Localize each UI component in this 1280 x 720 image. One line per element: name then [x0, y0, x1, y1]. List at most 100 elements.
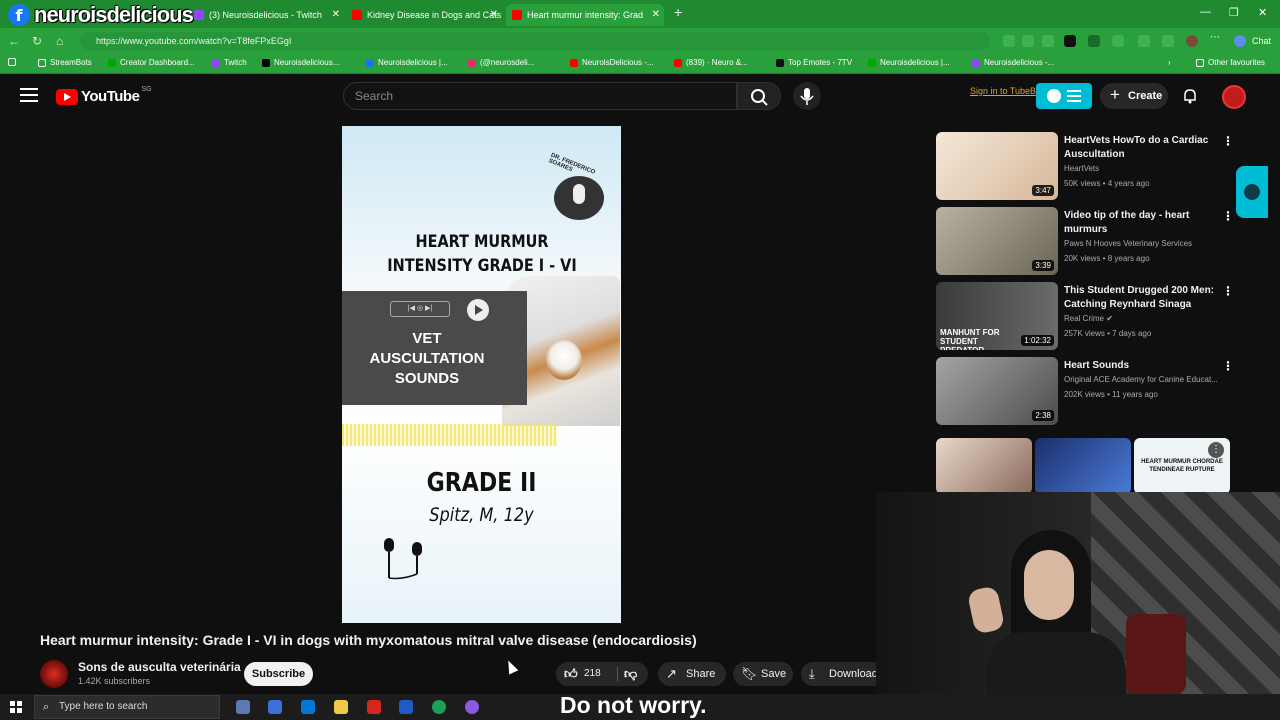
home-icon[interactable]: ⌂ — [56, 34, 63, 48]
more-icon[interactable]: ⋯ — [1210, 32, 1222, 44]
bookmarks-bar: StreamBots Creator Dashboard... Twitch N… — [0, 54, 1280, 74]
bookmark-item[interactable]: Top Emotes - 7TV — [776, 58, 852, 67]
extension-icon[interactable] — [1064, 35, 1076, 47]
bookmark-item[interactable]: Neuroisdelicious -... — [972, 58, 1054, 67]
taskbar-search-input[interactable]: ⌕ Type here to search — [34, 695, 220, 719]
close-icon[interactable]: ✕ — [652, 9, 660, 20]
subscribe-button[interactable]: Subscribe — [244, 662, 313, 686]
menu-icon[interactable] — [20, 88, 38, 102]
dislike-icon[interactable]: 👎︎ — [624, 662, 637, 686]
video-player[interactable]: DR. FREDERICO SOARES HEART MURMUR INTENS… — [342, 126, 621, 623]
tab-twitch[interactable]: (3) Neuroisdelicious - Twitch ✕ — [194, 4, 344, 26]
recommended-video[interactable]: 3:39 Video tip of the day - heart murmur… — [936, 207, 1236, 277]
save-button[interactable]: 🔖︎ Save — [733, 662, 793, 686]
recommended-title[interactable]: Heart Sounds — [1064, 359, 1224, 373]
copilot-icon[interactable] — [1234, 35, 1246, 47]
channel-avatar[interactable] — [40, 660, 68, 688]
recommended-title[interactable]: This Student Drugged 200 Men: Catching R… — [1064, 284, 1224, 312]
reload-icon[interactable]: ↻ — [32, 34, 42, 48]
chat-label[interactable]: Chat — [1252, 36, 1271, 46]
bookmark-label: Neuroisdelicious -... — [984, 58, 1055, 67]
extension-icon[interactable] — [1088, 35, 1100, 47]
edge-icon[interactable] — [432, 700, 446, 714]
restore-icon[interactable]: ❐ — [1229, 6, 1239, 19]
bookmark-item[interactable]: StreamBots — [38, 58, 92, 67]
like-icon[interactable]: 👍︎ — [564, 662, 578, 686]
shorts-thumbnail[interactable]: HEART MURMUR CHORDAE TENDINEAE RUPTURE ⋮ — [1134, 438, 1230, 494]
recommended-channel[interactable]: Real Crime ✔ — [1064, 314, 1113, 323]
video-thumbnail[interactable]: 3:47 — [936, 132, 1058, 200]
more-options-icon[interactable]: ⋮ — [1222, 134, 1234, 148]
recommended-title[interactable]: Video tip of the day - heart murmurs — [1064, 209, 1224, 237]
tab-heart-murmur[interactable]: Heart murmur intensity: Grad ✕ — [506, 4, 664, 26]
share-button[interactable]: ↗ Share — [658, 662, 726, 686]
more-options-icon[interactable]: ⋮ — [1222, 284, 1234, 298]
star-icon[interactable] — [1042, 35, 1054, 47]
earbuds-icon — [384, 538, 422, 580]
create-button[interactable]: Create — [1100, 82, 1168, 109]
recommended-title[interactable]: HeartVets HowTo do a Cardiac Auscultatio… — [1064, 134, 1224, 162]
recommended-channel[interactable]: Paws N Hooves Veterinary Services — [1064, 239, 1192, 248]
profile-icon[interactable] — [1186, 35, 1198, 47]
close-icon[interactable]: ✕ — [490, 9, 498, 20]
account-avatar[interactable] — [1222, 85, 1246, 109]
other-favourites[interactable]: Other favourites — [1196, 58, 1265, 67]
bookmark-item[interactable]: (@neurosdeli... — [468, 58, 534, 67]
shorts-thumbnail[interactable] — [1035, 438, 1131, 494]
tab-kidney[interactable]: Kidney Disease in Dogs and Cats: ✕ — [352, 4, 502, 26]
tubebuddy-button[interactable] — [1036, 83, 1092, 109]
like-count[interactable]: 218 — [584, 662, 601, 686]
bookmark-item[interactable]: Twitch — [212, 58, 247, 67]
bookmark-item[interactable]: Creator Dashboard... — [108, 58, 195, 67]
window-close-icon[interactable]: ✕ — [1258, 6, 1267, 19]
more-options-icon[interactable]: ⋮ — [1222, 209, 1234, 223]
bookmark-item[interactable]: Neuroisdelicious |... — [868, 58, 950, 67]
recommended-video[interactable]: 2:38 Heart Sounds Original ACE Academy f… — [936, 357, 1236, 427]
vet-auscultation-label: VET AUSCULTATION SOUNDS — [369, 330, 485, 387]
recommended-video[interactable]: 3:47 HeartVets HowTo do a Cardiac Auscul… — [936, 132, 1236, 202]
bookmarks-overflow-icon[interactable]: › — [1168, 58, 1171, 67]
zoom-icon[interactable] — [1022, 35, 1034, 47]
app-icon[interactable] — [268, 700, 282, 714]
install-app-icon[interactable] — [1003, 35, 1015, 47]
url-field[interactable]: https://www.youtube.com/watch?v=T8feFPxE… — [80, 32, 990, 50]
search-button[interactable] — [737, 82, 781, 110]
video-thumbnail[interactable]: MANHUNT FOR STUDENT PREDATOR 1:02:32 — [936, 282, 1058, 350]
bookmark-item[interactable]: NeurolsDelicious -... — [570, 58, 654, 67]
minimize-icon[interactable]: — — [1200, 6, 1211, 18]
back-icon[interactable]: ← — [8, 34, 20, 48]
extension-icon[interactable] — [1138, 35, 1150, 47]
outlook-icon[interactable] — [301, 700, 315, 714]
video-thumbnail[interactable]: 3:39 — [936, 207, 1058, 275]
word-icon[interactable] — [399, 700, 413, 714]
obs-icon[interactable] — [465, 700, 479, 714]
bookmark-label: Top Emotes - 7TV — [788, 58, 853, 67]
streamer-hand — [966, 585, 1006, 635]
video-thumbnail[interactable]: 2:38 — [936, 357, 1058, 425]
tubebuddy-side-tab[interactable] — [1236, 166, 1268, 218]
more-options-icon[interactable]: ⋮ — [1222, 359, 1234, 373]
bookmark-item[interactable]: Neuroisdelicious |... — [366, 58, 448, 67]
share-label: Share — [686, 668, 716, 680]
bookmark-item[interactable]: Neuroisdelicious... — [262, 58, 339, 67]
recommended-channel[interactable]: HeartVets — [1064, 164, 1099, 173]
youtube-logo[interactable]: YouTube SG — [56, 86, 152, 105]
acrobat-icon[interactable] — [367, 700, 381, 714]
shorts-thumbnail[interactable] — [936, 438, 1032, 494]
voice-search-button[interactable] — [793, 82, 821, 110]
more-options-icon[interactable]: ⋮ — [1208, 442, 1224, 458]
calculator-icon[interactable] — [236, 700, 250, 714]
refresh-extension-icon[interactable] — [1112, 35, 1124, 47]
windows-start-icon[interactable] — [10, 701, 22, 713]
new-tab-button[interactable]: + — [674, 4, 682, 20]
recommended-channel[interactable]: Original ACE Academy for Canine Educat..… — [1064, 375, 1218, 384]
close-icon[interactable]: ✕ — [332, 9, 340, 20]
bookmarks-apps-icon[interactable] — [8, 58, 20, 66]
bookmark-item[interactable]: (839) · Neuro &... — [674, 58, 748, 67]
recommended-video[interactable]: MANHUNT FOR STUDENT PREDATOR 1:02:32 Thi… — [936, 282, 1236, 352]
search-input[interactable]: Search — [343, 82, 737, 110]
channel-name[interactable]: Sons de ausculta veterinária — [78, 660, 241, 674]
notifications-bell-icon[interactable] — [1182, 88, 1198, 104]
puzzle-icon[interactable] — [1162, 35, 1174, 47]
file-explorer-icon[interactable] — [334, 700, 348, 714]
